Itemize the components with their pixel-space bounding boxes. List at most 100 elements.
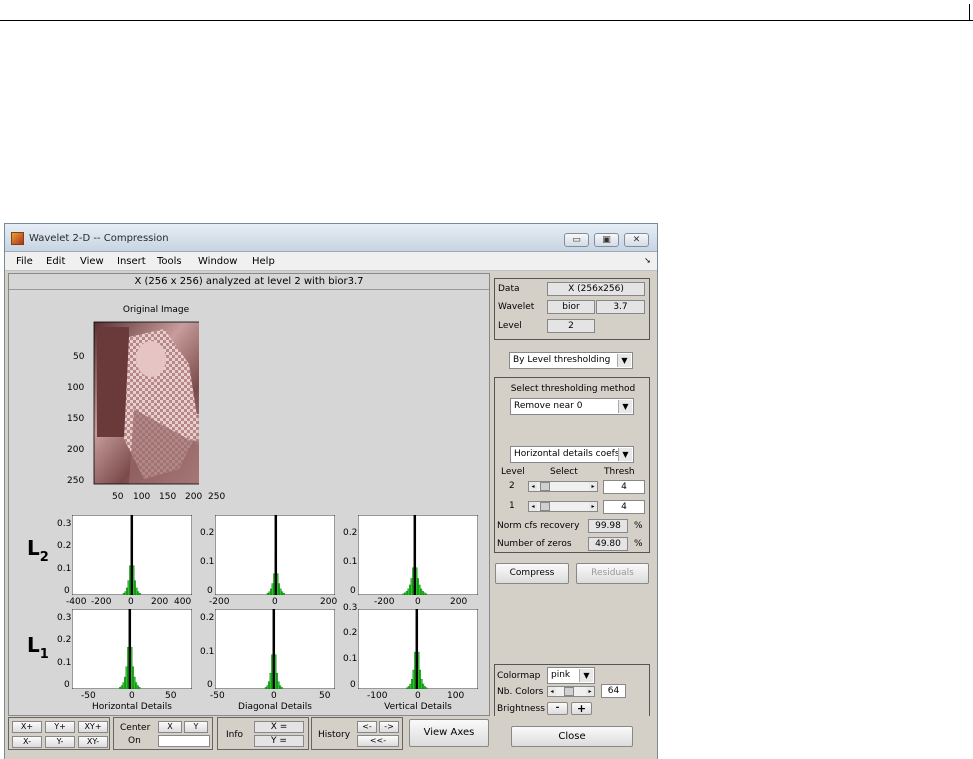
wavelet-label: Wavelet <box>498 302 535 312</box>
ytick: 0 <box>350 680 356 690</box>
histogram-bar <box>134 580 136 595</box>
menu-edit[interactable]: Edit <box>46 256 65 267</box>
chevron-down-icon: ▼ <box>618 448 632 461</box>
orig-ytick: 150 <box>67 414 85 424</box>
zeros-value: 49.80 <box>588 537 628 551</box>
zoom-x-minus-button[interactable]: X- <box>12 736 42 748</box>
histogram-bar <box>122 593 125 595</box>
histogram-bar <box>138 687 141 689</box>
histogram-bar <box>126 587 128 595</box>
center-on-box: Center On X Y <box>113 717 213 750</box>
slider-thumb[interactable] <box>564 687 574 696</box>
histogram-bar <box>266 593 269 595</box>
histogram-bar <box>137 591 140 595</box>
brightness-plus-button[interactable]: + <box>571 702 592 715</box>
hist-l1-vertical[interactable] <box>358 609 478 689</box>
histogram-bar <box>132 666 134 689</box>
ytick: 0.2 <box>200 613 215 623</box>
thresh-slider-level-1[interactable]: ◂ ▸ <box>528 501 598 512</box>
center-y-button[interactable]: Y <box>184 721 208 733</box>
ytick: 0.1 <box>57 564 72 574</box>
view-axes-button[interactable]: View Axes <box>409 719 489 747</box>
menu-help[interactable]: Help <box>252 256 275 267</box>
histogram-bar <box>282 593 285 595</box>
brightness-minus-button[interactable]: - <box>547 702 568 715</box>
ytick: 0.1 <box>200 557 215 567</box>
history-forward-button[interactable]: -> <box>379 721 399 733</box>
histogram-bar <box>268 681 270 689</box>
nbcolors-slider[interactable]: ◂ ▸ <box>547 686 595 697</box>
histogram-bar <box>266 685 269 689</box>
histogram-bar <box>280 687 283 689</box>
histogram-bar <box>279 685 282 689</box>
orig-ytick: 100 <box>67 383 85 393</box>
top-border-line <box>0 0 973 21</box>
col-select-header: Select <box>550 467 578 477</box>
orig-xtick: 50 <box>112 492 124 502</box>
colormap-select[interactable]: pink ▼ <box>547 667 595 684</box>
wavelet-family-value: bior <box>547 300 595 314</box>
xtick: 400 <box>174 597 192 607</box>
compress-button[interactable]: Compress <box>495 563 569 584</box>
hist-l2-diagonal[interactable] <box>215 515 335 595</box>
menu-file[interactable]: File <box>16 256 33 267</box>
zoom-xy-minus-button[interactable]: XY- <box>78 736 108 748</box>
histogram-bar <box>422 683 425 689</box>
xtick: 200 <box>450 597 468 607</box>
history-first-button[interactable]: <<- <box>357 735 399 747</box>
menu-view[interactable]: View <box>80 256 104 267</box>
thresh-slider-level-2[interactable]: ◂ ▸ <box>528 481 598 492</box>
nbcolors-value[interactable]: 64 <box>601 684 626 698</box>
slider-left-arrow-icon[interactable]: ◂ <box>548 687 556 696</box>
top-border-tick <box>969 4 970 21</box>
center-x-button[interactable]: X <box>158 721 182 733</box>
histogram-bar <box>264 687 267 689</box>
close-window-button[interactable]: ✕ <box>624 233 649 247</box>
method-select[interactable]: Remove near 0 ▼ <box>510 398 634 415</box>
close-button[interactable]: Close <box>511 726 633 747</box>
residuals-button[interactable]: Residuals <box>576 563 649 584</box>
slider-left-arrow-icon[interactable]: ◂ <box>529 502 537 511</box>
hist-l2-horizontal[interactable] <box>72 515 192 595</box>
ytick: 0.2 <box>343 528 358 538</box>
zoom-y-plus-button[interactable]: Y+ <box>45 721 75 733</box>
hist-l2-vertical[interactable] <box>358 515 478 595</box>
zoom-x-plus-button[interactable]: X+ <box>12 721 42 733</box>
threshold-mode-select[interactable]: By Level thresholding ▼ <box>509 352 633 369</box>
center-value-field[interactable] <box>158 735 210 747</box>
slider-right-arrow-icon[interactable]: ▸ <box>586 687 594 696</box>
histogram-bar <box>270 588 272 595</box>
menu-insert[interactable]: Insert <box>117 256 146 267</box>
hist-l1-v-xlabel: Vertical Details <box>384 702 452 712</box>
histogram-bar <box>406 687 409 689</box>
maximize-button[interactable]: ▣ <box>594 233 619 247</box>
row-level-1: 1 <box>509 501 515 511</box>
xtick: 100 <box>447 691 465 701</box>
histogram-bar <box>425 687 428 689</box>
thresh-value-level-2[interactable]: 4 <box>603 480 645 494</box>
info-x-field: X = <box>254 721 304 733</box>
slider-right-arrow-icon[interactable]: ▸ <box>589 502 597 511</box>
ytick: 0.1 <box>343 557 358 567</box>
zoom-xy-plus-button[interactable]: XY+ <box>78 721 108 733</box>
histogram-bar <box>405 591 408 595</box>
slider-right-arrow-icon[interactable]: ▸ <box>589 482 597 491</box>
histogram-bar <box>138 593 141 595</box>
slider-thumb[interactable] <box>540 482 550 491</box>
ytick: 0 <box>64 586 70 596</box>
minimize-button[interactable]: ▭ <box>564 233 589 247</box>
menu-tools[interactable]: Tools <box>157 256 182 267</box>
dock-arrow-icon[interactable]: ➘ <box>644 256 651 265</box>
orig-ytick: 50 <box>73 352 85 362</box>
slider-left-arrow-icon[interactable]: ◂ <box>529 482 537 491</box>
history-back-button[interactable]: <- <box>357 721 377 733</box>
hist-l1-horizontal[interactable] <box>72 609 192 689</box>
details-select[interactable]: Horizontal details coefs ▼ <box>510 446 634 463</box>
histogram-bar <box>124 591 127 595</box>
zoom-y-minus-button[interactable]: Y- <box>45 736 75 748</box>
xtick: -400 <box>66 597 87 607</box>
menu-window[interactable]: Window <box>198 256 237 267</box>
thresh-value-level-1[interactable]: 4 <box>603 500 645 514</box>
hist-l1-diagonal[interactable] <box>215 609 335 689</box>
slider-thumb[interactable] <box>540 502 550 511</box>
